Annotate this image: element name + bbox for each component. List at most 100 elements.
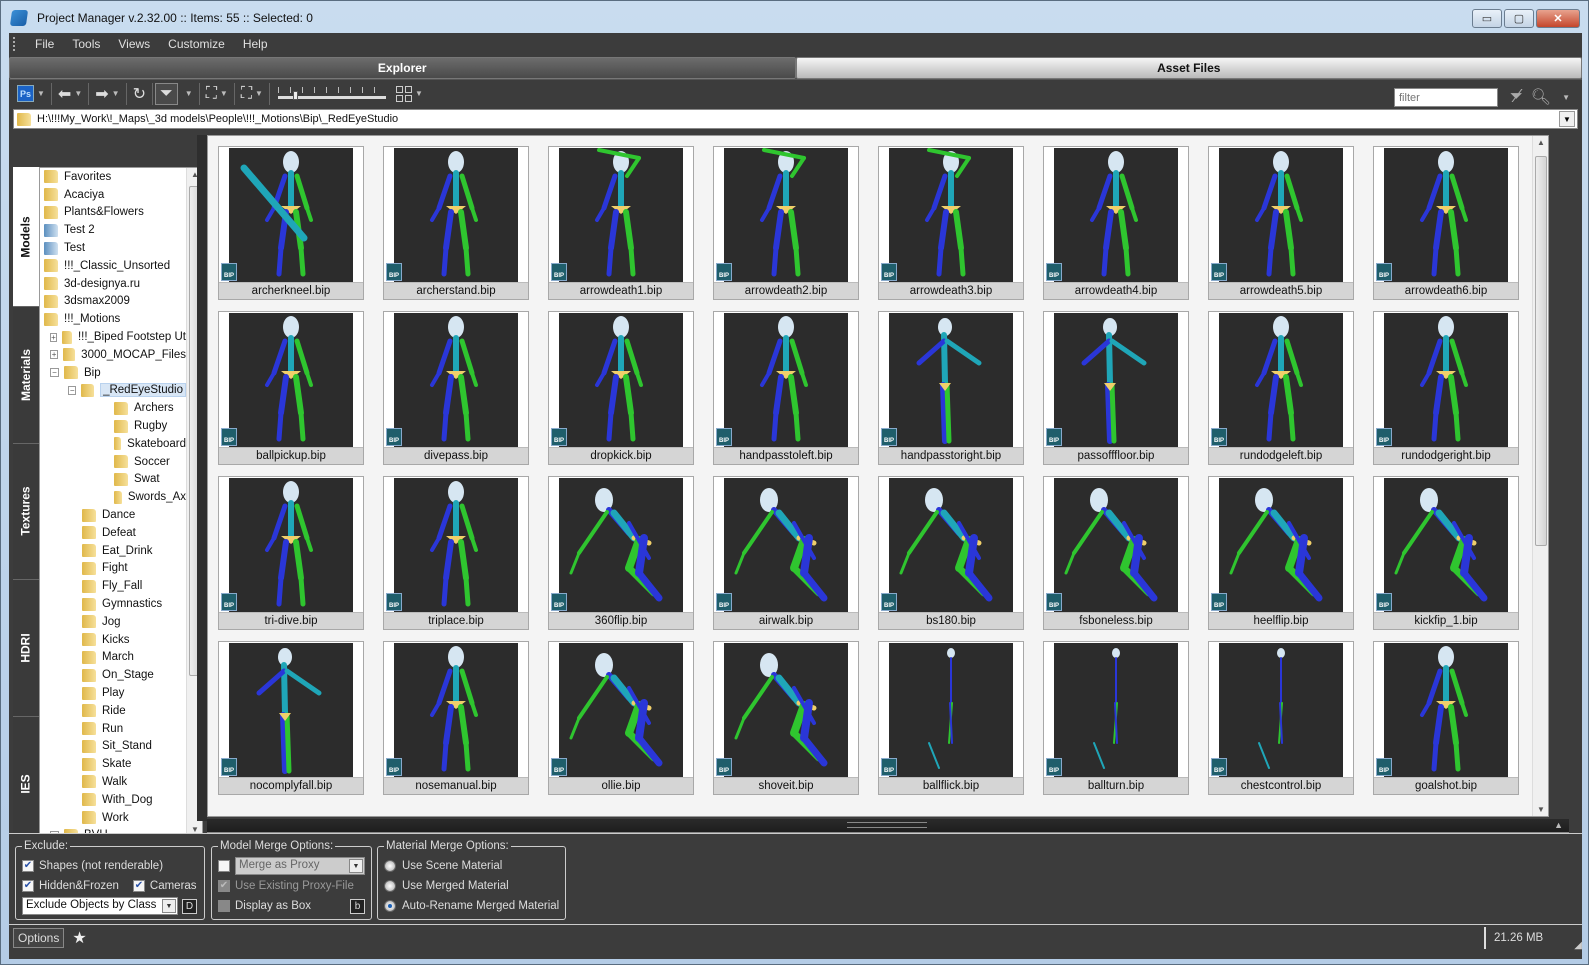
close-button[interactable]: ✕ [1536, 9, 1580, 28]
chevron-down-icon[interactable]: ▼ [1562, 93, 1570, 102]
use-scene-material-radio[interactable]: Use Scene Material [384, 856, 559, 876]
tree-item[interactable]: Eat_Drink [44, 542, 186, 560]
thumbnail-item[interactable]: BIP arrowdeath1.bip [548, 146, 694, 300]
tab-explorer[interactable]: Explorer [9, 57, 796, 79]
view-mode-button[interactable]: ▼ [392, 83, 427, 105]
tree-item[interactable]: 3dsmax2009 [44, 293, 186, 311]
thumbnail-item[interactable]: BIP heelflip.bip [1208, 476, 1354, 630]
expand-icon[interactable]: + [50, 350, 59, 360]
menu-customize[interactable]: Customize [159, 37, 234, 51]
favorites-star-icon[interactable]: ★ [72, 928, 86, 948]
side-tab-materials[interactable]: Materials [13, 307, 39, 444]
exclude-hidden-frozen-checkbox[interactable]: ✔ [22, 880, 34, 892]
filter-toggle-button[interactable]: ⏷ [154, 82, 178, 105]
thumbnail-item[interactable]: BIP goalshot.bip [1373, 641, 1519, 795]
thumbnail-item[interactable]: BIP bs180.bip [878, 476, 1024, 630]
tree-item[interactable]: Jog [44, 613, 186, 631]
radio-icon[interactable] [384, 880, 396, 892]
thumbnail-item[interactable]: BIP dropkick.bip [548, 311, 694, 465]
thumbnail-item[interactable]: BIP nocomplyfall.bip [218, 641, 364, 795]
panel-splitter[interactable] [197, 135, 207, 821]
tree-item[interactable]: With_Dog [44, 791, 186, 809]
tree-item[interactable]: Acaciya [44, 186, 186, 204]
tree-item[interactable]: Work [44, 809, 186, 827]
thumbnail-item[interactable]: BIP ballflick.bip [878, 641, 1024, 795]
collapse-icon[interactable]: − [50, 368, 59, 378]
tree-item[interactable]: Walk [44, 773, 186, 791]
back-button[interactable]: ⬅ ▼ [54, 83, 86, 105]
merge-proxy-select[interactable]: Merge as Proxy ▼ [235, 857, 365, 875]
tree-item[interactable]: Soccer [44, 453, 186, 471]
thumbnail-item[interactable]: BIP chestcontrol.bip [1208, 641, 1354, 795]
collapse-up-icon[interactable]: ▲ [1554, 820, 1563, 830]
tree-item[interactable]: !!!_Motions [44, 310, 186, 328]
splitter-grip[interactable] [847, 822, 927, 828]
filter-input[interactable] [1394, 88, 1498, 107]
tree-item[interactable]: Run [44, 720, 186, 738]
folder-tree[interactable]: Favorites Acaciya Plants&Flowers Test 2 Test… [39, 167, 203, 853]
search-icon[interactable]: 🔍︎ [1531, 87, 1551, 107]
exclude-shapes-checkbox[interactable]: ✔ Shapes (not renderable) [22, 856, 198, 876]
d-button[interactable]: D [182, 898, 197, 914]
tree-item[interactable]: Dance [44, 506, 186, 524]
resize-grip-icon[interactable]: ◢ [1574, 940, 1582, 951]
grid-scroll-thumb[interactable] [1535, 156, 1547, 546]
menu-views[interactable]: Views [109, 37, 159, 51]
display-as-box-checkbox[interactable] [218, 900, 230, 912]
thumbnail-item[interactable]: BIP triplace.bip [383, 476, 529, 630]
thumbnail-item[interactable]: BIP divepass.bip [383, 311, 529, 465]
tree-item[interactable]: Swords_Ax [44, 488, 186, 506]
options-splitter[interactable]: ▲ [207, 819, 1569, 833]
exclude-class-select[interactable]: Exclude Objects by Class ▼ [22, 897, 178, 915]
xref-button[interactable]: ⛶ ▼ [237, 83, 267, 105]
scroll-down-icon[interactable]: ▼ [1537, 805, 1545, 814]
thumbnail-item[interactable]: BIP arrowdeath4.bip [1043, 146, 1189, 300]
options-button[interactable]: Options [13, 928, 65, 948]
tree-item[interactable]: Gymnastics [44, 595, 186, 613]
tree-item[interactable]: 3d-designya.ru [44, 275, 186, 293]
thumbnail-item[interactable]: BIP fsboneless.bip [1043, 476, 1189, 630]
tree-item[interactable]: Skate [44, 755, 186, 773]
scroll-up-icon[interactable]: ▲ [1537, 138, 1545, 147]
thumbnail-item[interactable]: BIP ollie.bip [548, 641, 694, 795]
thumbnail-item[interactable]: BIP nosemanual.bip [383, 641, 529, 795]
tree-item[interactable]: !!!_Classic_Unsorted [44, 257, 186, 275]
tree-item[interactable]: Defeat [44, 524, 186, 542]
photoshop-button[interactable]: Ps ▼ [13, 83, 49, 105]
tree-item[interactable]: Test 2 [44, 221, 186, 239]
tree-item[interactable]: Sit_Stand [44, 738, 186, 756]
auto-rename-material-radio[interactable]: Auto-Rename Merged Material [384, 896, 559, 916]
side-tab-textures[interactable]: Textures [13, 444, 39, 580]
tree-item[interactable]: Archers [44, 399, 186, 417]
thumbnail-item[interactable]: BIP passofffloor.bip [1043, 311, 1189, 465]
radio-icon[interactable] [384, 860, 396, 872]
checkbox-checked-icon[interactable]: ✔ [22, 860, 34, 872]
use-existing-proxy-checkbox[interactable]: ✔ [218, 880, 230, 892]
thumbnail-item[interactable]: BIP rundodgeright.bip [1373, 311, 1519, 465]
tree-item[interactable]: − _RedEyeStudio [44, 382, 186, 400]
merge-proxy-checkbox[interactable] [218, 860, 230, 872]
tab-asset-files[interactable]: Asset Files [795, 57, 1582, 79]
menu-file[interactable]: File [26, 37, 63, 51]
tree-item[interactable]: Plants&Flowers [44, 204, 186, 222]
thumbnail-item[interactable]: BIP arrowdeath3.bip [878, 146, 1024, 300]
tree-item[interactable]: + !!!_Biped Footstep Ut [44, 328, 186, 346]
thumbnail-item[interactable]: BIP tri-dive.bip [218, 476, 364, 630]
maximize-button[interactable]: ▢ [1504, 9, 1534, 28]
refresh-button[interactable]: ↻ [129, 83, 150, 105]
tree-item[interactable]: +3000_MOCAP_Files [44, 346, 186, 364]
thumbnail-item[interactable]: BIP ballpickup.bip [218, 311, 364, 465]
path-dropdown-button[interactable]: ▼ [1559, 111, 1575, 127]
box-button[interactable]: b [350, 898, 365, 914]
filter-dropdown[interactable]: ▼ [178, 83, 197, 105]
tree-item[interactable]: Test [44, 239, 186, 257]
side-tab-models[interactable]: Models [13, 167, 39, 307]
tree-item[interactable]: Kicks [44, 631, 186, 649]
collapse-icon[interactable]: − [68, 385, 77, 395]
tree-item[interactable]: Swat [44, 471, 186, 489]
thumbnail-item[interactable]: BIP archerstand.bip [383, 146, 529, 300]
expand-icon[interactable]: + [50, 332, 57, 342]
tree-item[interactable]: March [44, 649, 186, 667]
slider-thumb[interactable] [293, 90, 299, 100]
thumbnail-item[interactable]: BIP kickfip_1.bip [1373, 476, 1519, 630]
